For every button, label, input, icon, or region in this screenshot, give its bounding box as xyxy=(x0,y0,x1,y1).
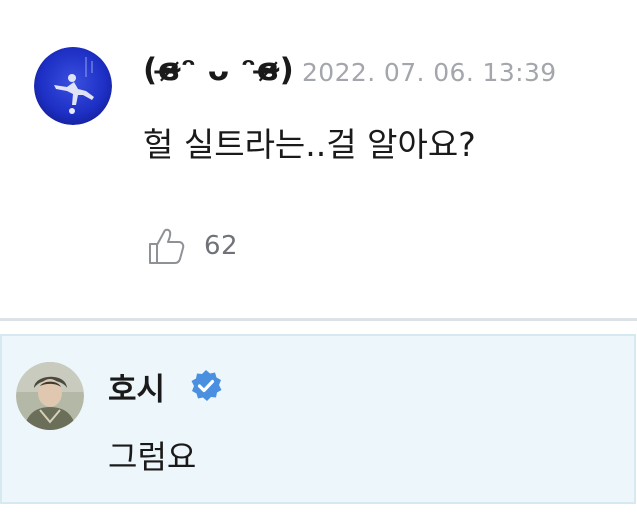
commenter-name[interactable]: (ɞ̴̶̷ᵔ ᴗ ᵔɞ̴̶̷) xyxy=(143,52,294,88)
bottom-background xyxy=(0,504,637,513)
reply-item: 호시 그럼요 xyxy=(0,334,636,504)
thumbs-up-icon[interactable] xyxy=(146,226,186,266)
comment-text: 헐 실트라는..걸 알아요? xyxy=(143,125,476,164)
comment-thread: (ɞ̴̶̷ᵔ ᴗ ᵔɞ̴̶̷) 2022. 07. 06. 13:39 헐 실트… xyxy=(0,0,637,513)
like-button[interactable]: 62 xyxy=(146,225,238,267)
comment-item: (ɞ̴̶̷ᵔ ᴗ ᵔɞ̴̶̷) 2022. 07. 06. 13:39 헐 실트… xyxy=(0,0,637,318)
reply-text: 그럼요 xyxy=(108,438,197,476)
like-count: 62 xyxy=(204,231,239,261)
commenter-avatar[interactable] xyxy=(34,47,112,125)
verified-badge-icon xyxy=(189,369,223,403)
comment-timestamp: 2022. 07. 06. 13:39 xyxy=(302,58,557,87)
comment-divider xyxy=(0,318,637,321)
reply-author-name[interactable]: 호시 xyxy=(108,364,165,409)
reply-author-avatar[interactable] xyxy=(16,362,84,430)
